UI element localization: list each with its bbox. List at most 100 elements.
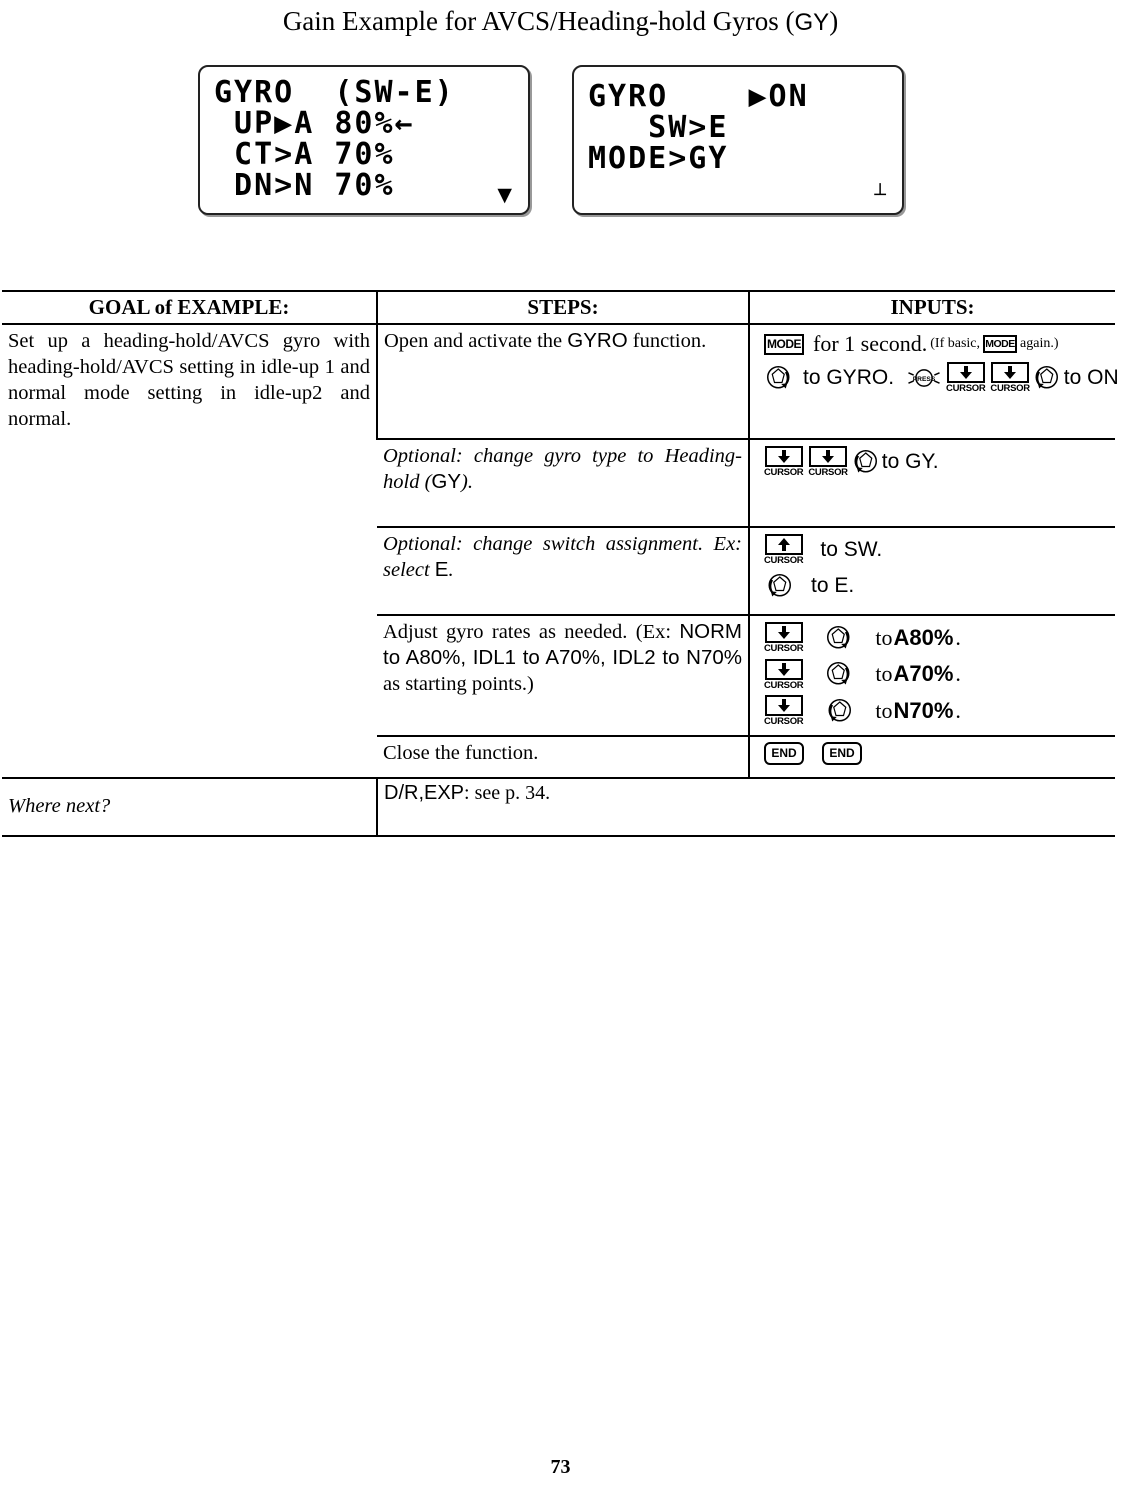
step-cell-3: Optional: change switch assignment. Ex: … bbox=[377, 526, 749, 615]
mode-button-icon[interactable]: MODE bbox=[764, 333, 804, 355]
input-value-2: A70% bbox=[893, 661, 954, 687]
cursor-down-key-1[interactable]: CURSOR bbox=[764, 446, 804, 478]
svg-text:PRESS: PRESS bbox=[913, 376, 936, 383]
cursor-up-key[interactable]: CURSOR bbox=[764, 534, 804, 566]
header-steps: STEPS: bbox=[376, 290, 749, 325]
dial-knob-icon[interactable] bbox=[1031, 363, 1061, 393]
where-next-label: Where next? bbox=[8, 795, 111, 817]
goal-text: Set up a heading-hold/AVCS gyro with hea… bbox=[8, 330, 370, 430]
cursor-key-label: CURSOR bbox=[764, 679, 804, 691]
input-line-rate-1: CURSOR to A80% . bbox=[764, 622, 1109, 654]
step-cell-2: Optional: change gyro type to Heading-ho… bbox=[377, 438, 749, 527]
input-line-mode-hold: MODE for 1 second. (If basic, MODE again… bbox=[764, 331, 1109, 357]
arrow-down-icon bbox=[764, 446, 803, 467]
input-line-cursor-up-sw: CURSOR to SW. bbox=[764, 534, 1109, 566]
cursor-down-key-2[interactable]: CURSOR bbox=[808, 446, 848, 478]
input-text-to-e: to E. bbox=[811, 573, 855, 597]
dial-knob-icon[interactable] bbox=[824, 659, 854, 689]
input-text-for-1-second: for 1 second. bbox=[813, 331, 928, 356]
input-text-to-2: to bbox=[875, 661, 893, 687]
goal-cell: Set up a heading-hold/AVCS gyro with hea… bbox=[2, 324, 377, 778]
step-text-4: Adjust gyro rates as needed. (Ex: NORM t… bbox=[383, 620, 742, 695]
dial-knob-icon[interactable] bbox=[824, 623, 854, 653]
cursor-down-key[interactable]: CURSOR bbox=[764, 622, 804, 654]
cursor-down-key[interactable]: CURSOR bbox=[764, 695, 804, 727]
cursor-key-label: CURSOR bbox=[946, 383, 986, 394]
table-header-row: GOAL of EXAMPLE: STEPS: INPUTS: bbox=[2, 290, 1115, 325]
cursor-down-key-1[interactable]: CURSOR bbox=[946, 362, 986, 394]
input-line-cursor-cursor-dial-gy: CURSOR CURSOR to GY. bbox=[764, 446, 1109, 478]
where-next-text-cell: D/R,EXP: see p. 34. bbox=[376, 776, 1115, 837]
cursor-key-label: CURSOR bbox=[990, 383, 1030, 394]
dial-knob-icon[interactable] bbox=[764, 363, 794, 393]
input-line-dial-to-gyro: to GYRO. PRESS CURSOR CURSOR to ON bbox=[764, 362, 1119, 394]
cursor-down-key[interactable]: CURSOR bbox=[764, 658, 804, 691]
cursor-key-label: CURSOR bbox=[764, 467, 804, 478]
input-cell-1: MODE for 1 second. (If basic, MODE again… bbox=[748, 324, 1119, 439]
page-title-prefix: Gain Example for AVCS/Heading-hold Gyros… bbox=[282, 6, 795, 36]
dial-knob-icon[interactable] bbox=[850, 447, 880, 477]
input-text-to-3: to bbox=[875, 697, 893, 723]
page-title-code: GY bbox=[794, 9, 830, 36]
cursor-key-label: CURSOR bbox=[808, 467, 848, 478]
arrow-up-icon bbox=[764, 534, 803, 555]
lcd-down-arrow-icon: ▼ bbox=[497, 184, 512, 206]
header-inputs: INPUTS: bbox=[748, 290, 1115, 325]
lcd-base-marker-icon: ┴ bbox=[874, 184, 886, 206]
input-line-rate-2: CURSOR to A70% . bbox=[764, 658, 1109, 691]
step-text-1: Open and activate the GYRO function. bbox=[384, 329, 707, 352]
page-number: 73 bbox=[550, 1456, 571, 1478]
input-text-to-on: to ON bbox=[1063, 365, 1119, 389]
step-code-gy: GY bbox=[431, 470, 462, 493]
example-table: GOAL of EXAMPLE: STEPS: INPUTS: Set up a… bbox=[2, 290, 1119, 837]
cursor-down-key-2[interactable]: CURSOR bbox=[990, 362, 1030, 394]
arrow-down-icon bbox=[764, 658, 803, 680]
input-text-to-1: to bbox=[875, 624, 893, 650]
where-next-text: D/R,EXP: see p. 34. bbox=[384, 781, 551, 804]
step-code-e: E bbox=[434, 558, 449, 581]
step-code-gyro: GYRO bbox=[567, 329, 628, 352]
lcd-gyro-setup-text: GYRO ▶ON SW>E MODE>GY bbox=[588, 79, 809, 176]
lcd-gyro-rates-screen: GYRO (SW-E) UP▶A 80%← CT>A 70% DN>N 70% … bbox=[198, 65, 530, 215]
input-text-to-sw: to SW. bbox=[820, 537, 883, 561]
lcd-gyro-rates-text: GYRO (SW-E) UP▶A 80%← CT>A 70% DN>N 70% bbox=[214, 75, 455, 203]
input-note-open: (If basic, bbox=[930, 336, 981, 351]
input-line-rate-3: CURSOR to N70% . bbox=[764, 695, 1109, 727]
input-dot-3: . bbox=[955, 697, 961, 723]
step-text-5: Close the function. bbox=[383, 741, 539, 764]
end-button-icon-1[interactable]: END bbox=[764, 741, 804, 765]
step-cell-4: Adjust gyro rates as needed. (Ex: NORM t… bbox=[377, 614, 749, 736]
input-cell-3: CURSOR to SW. to E. bbox=[748, 526, 1115, 615]
dial-knob-icon[interactable] bbox=[824, 696, 854, 726]
end-button-icon-2[interactable]: END bbox=[822, 741, 862, 765]
cursor-key-label: CURSOR bbox=[764, 643, 804, 654]
input-text-to-gy: to GY. bbox=[881, 449, 939, 473]
input-value-3: N70% bbox=[893, 697, 954, 723]
input-value-1: A80% bbox=[893, 624, 954, 650]
arrow-down-icon bbox=[946, 362, 985, 383]
manual-page: Gain Example for AVCS/Heading-hold Gyros… bbox=[0, 0, 1121, 1497]
page-title: Gain Example for AVCS/Heading-hold Gyros… bbox=[0, 0, 1121, 37]
arrow-down-icon bbox=[764, 695, 803, 716]
input-cell-2: CURSOR CURSOR to GY. bbox=[748, 438, 1115, 527]
where-next-code: D/R,EXP bbox=[384, 781, 465, 804]
dial-knob-icon[interactable] bbox=[764, 571, 794, 601]
step-text-3: Optional: change switch assignment. Ex: … bbox=[383, 533, 742, 581]
input-line-end-keys: END END bbox=[764, 741, 1109, 765]
cursor-key-label: CURSOR bbox=[764, 555, 804, 566]
input-text-to-gyro: to GYRO. bbox=[803, 365, 895, 389]
step-text-2: Optional: change gyro type to Heading-ho… bbox=[383, 445, 742, 493]
step-cell-5: Close the function. bbox=[377, 734, 749, 779]
header-goal: GOAL of EXAMPLE: bbox=[2, 290, 377, 325]
lcd-gyro-setup-screen: GYRO ▶ON SW>E MODE>GY ┴ bbox=[572, 65, 904, 215]
cursor-key-label: CURSOR bbox=[764, 716, 804, 727]
page-title-suffix: ) bbox=[829, 6, 839, 36]
input-dot-2: . bbox=[955, 661, 961, 687]
arrow-down-icon bbox=[991, 362, 1030, 383]
lcd-screens-row: GYRO (SW-E) UP▶A 80%← CT>A 70% DN>N 70% … bbox=[0, 53, 1121, 238]
input-cell-4: CURSOR to A80% . CURSOR to A70% . CURSOR… bbox=[748, 614, 1115, 736]
input-note-close: again.) bbox=[1020, 336, 1059, 351]
mode-button-icon-small[interactable]: MODE bbox=[983, 335, 1018, 353]
press-icon[interactable]: PRESS bbox=[907, 363, 941, 393]
where-next-row: Where next? D/R,EXP: see p. 34. bbox=[2, 776, 1115, 837]
